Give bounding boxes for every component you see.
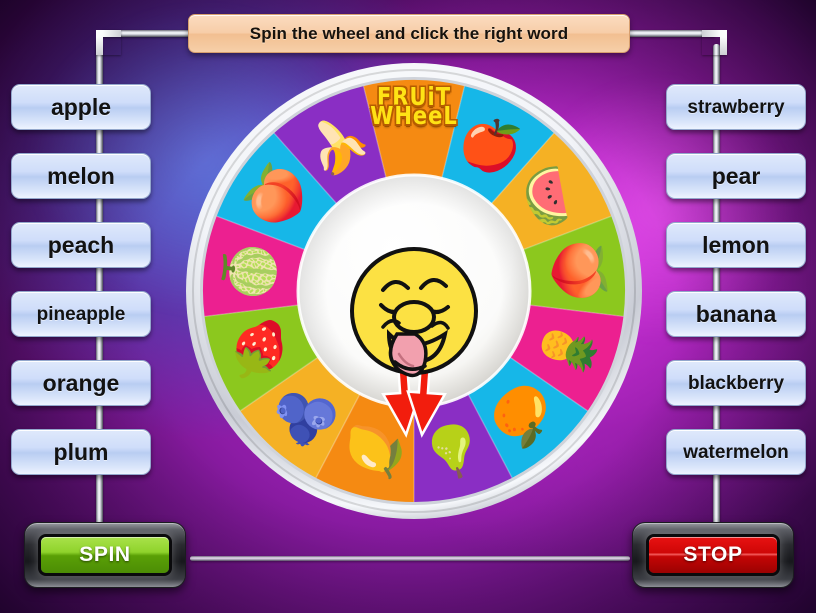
spin-button-label: SPIN <box>79 543 131 566</box>
right-word-button-pear[interactable]: pear <box>666 153 806 199</box>
word-label: pineapple <box>36 303 126 325</box>
instruction-text: Spin the wheel and click the right word <box>249 23 569 43</box>
licking-smiley-face-icon <box>350 247 478 378</box>
word-label: lemon <box>702 231 770 258</box>
spin-button-face: SPIN <box>41 537 169 573</box>
right-word-button-watermelon[interactable]: watermelon <box>666 429 806 475</box>
fruit-wheel[interactable]: 🍎 🍉 🍑 🍍 🍊 🍐 🍋 🫐 🍓 🍈 🍑 🍌 FRUiT WHeeL <box>185 62 643 520</box>
stop-button-face: STOP <box>649 537 777 573</box>
word-label: watermelon <box>683 441 789 463</box>
app-stage: Spin the wheel and click the right word <box>0 0 816 613</box>
word-label: pear <box>711 162 761 189</box>
pipe-corner-top-left <box>96 30 121 55</box>
left-word-button-peach[interactable]: peach <box>11 222 151 268</box>
left-word-button-apple[interactable]: apple <box>11 84 151 130</box>
spin-button[interactable]: SPIN <box>24 522 186 588</box>
stop-button[interactable]: STOP <box>632 522 794 588</box>
instruction-banner: Spin the wheel and click the right word <box>188 14 630 53</box>
left-word-button-pineapple[interactable]: pineapple <box>11 291 151 337</box>
wheel-fruit-icon-peach: 🍑 <box>547 237 611 306</box>
stop-button-label: STOP <box>683 543 743 566</box>
word-label: peach <box>47 231 115 258</box>
left-word-button-orange[interactable]: orange <box>11 360 151 406</box>
right-word-button-banana[interactable]: banana <box>666 291 806 337</box>
right-word-button-lemon[interactable]: lemon <box>666 222 806 268</box>
word-label: apple <box>50 93 112 120</box>
left-word-button-plum[interactable]: plum <box>11 429 151 475</box>
pipe-corner-top-right <box>702 30 727 55</box>
pipe-bottom-center <box>190 556 630 561</box>
wheel-fruit-icon-melon: 🍈 <box>216 237 281 306</box>
word-label: melon <box>47 162 115 189</box>
word-label: strawberry <box>687 96 785 118</box>
word-label: plum <box>53 438 109 465</box>
wheel-svg: 🍎🍉🍑🍍🍊🍐🍋🫐🍓🍈🍑🍌 <box>186 63 642 519</box>
word-label: orange <box>42 369 120 396</box>
word-label: blackberry <box>687 372 785 394</box>
left-word-button-melon[interactable]: melon <box>11 153 151 199</box>
right-word-button-strawberry[interactable]: strawberry <box>666 84 806 130</box>
word-label: banana <box>695 300 777 327</box>
right-word-button-blackberry[interactable]: blackberry <box>666 360 806 406</box>
